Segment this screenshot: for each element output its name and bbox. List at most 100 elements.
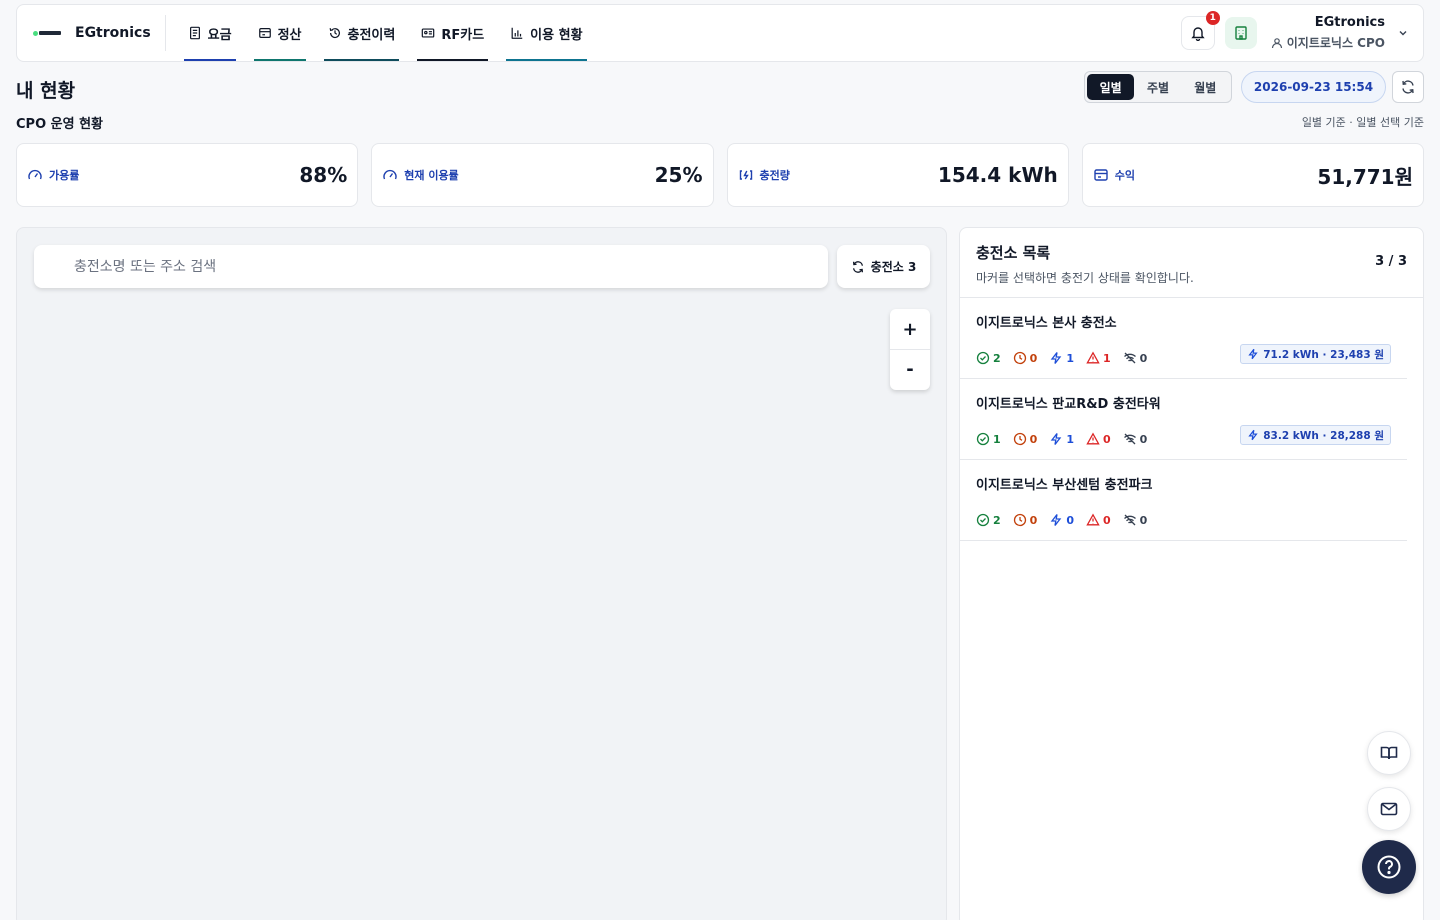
charging-count: 0	[1049, 513, 1074, 527]
stat-label-text: 충전량	[759, 169, 790, 182]
available-count: 1	[976, 432, 1001, 446]
gauge-icon	[383, 169, 397, 180]
wifi-off-icon	[1123, 352, 1136, 364]
guide-button[interactable]	[1367, 731, 1411, 775]
wallet-icon	[1094, 169, 1108, 181]
energy-summary-text: 71.2 kWh · 23,483 원	[1263, 348, 1384, 361]
warning-icon	[1086, 432, 1100, 445]
count-value: 0	[1139, 432, 1148, 446]
history-icon	[329, 28, 340, 39]
question-circle-icon	[1377, 855, 1401, 879]
count-value: 1	[1102, 351, 1111, 365]
bolt-icon	[1050, 352, 1062, 364]
stat-label-text: 현재 이용률	[404, 169, 459, 182]
energy-summary-text: 83.2 kWh · 28,288 원	[1263, 429, 1384, 442]
stat-label: 충전량	[738, 167, 790, 183]
notification-badge: 1	[1205, 11, 1220, 25]
help-button[interactable]	[1362, 840, 1416, 894]
station-count-label: 충전소 3	[870, 260, 917, 274]
notification-button[interactable]: 1	[1180, 11, 1220, 50]
bolt-icon	[1050, 433, 1062, 445]
station-item[interactable]: 이지트로닉스 판교R&D 충전타워 1 0 1 0 0 83.2 kWh · 2…	[960, 379, 1407, 460]
station-name: 이지트로닉스 부산센텀 충전파크	[976, 478, 1153, 493]
nav-tab-label: 충전이력	[347, 27, 396, 43]
tab-underline	[506, 59, 587, 61]
tab-underline	[183, 59, 236, 61]
warning-icon	[1086, 351, 1100, 364]
warning-icon	[1086, 513, 1100, 526]
stat-label-text: 가용률	[49, 169, 80, 182]
station-name: 이지트로닉스 판교R&D 충전타워	[976, 397, 1161, 412]
station-status-counts: 2 0 0 0 0	[976, 513, 1407, 527]
nav-tab-usage[interactable]: 이용 현황	[506, 5, 587, 61]
stat-card-utilization: 현재 이용률 25%	[371, 143, 714, 207]
book-open-icon	[1380, 746, 1398, 760]
wallet-icon	[258, 28, 271, 38]
count-value: 2	[993, 513, 1001, 527]
nav-tab-rates[interactable]: 요금	[183, 5, 236, 61]
station-item[interactable]: 이지트로닉스 본사 충전소 2 0 1 1 0 71.2 kWh · 23,48…	[960, 298, 1407, 379]
stat-value: 25%	[654, 163, 703, 187]
count-value: 0	[1139, 351, 1148, 365]
refresh-icon	[1402, 80, 1414, 94]
top-header: EGtronics 요금 정산 충전이력 RF카드 이용 현황 1 EGtron…	[16, 4, 1424, 62]
stat-card-availability: 가용률 88%	[16, 143, 359, 207]
stat-cards: 가용률 88% 현재 이용률 25% 충전량 154.4 kWh 수익 51,7…	[16, 143, 1424, 207]
user-role: 이지트로닉스 CPO	[1271, 34, 1385, 51]
period-toggle: 일별 주별 월별	[1084, 71, 1232, 103]
offline-count: 0	[1123, 432, 1148, 446]
map-panel[interactable]: 충전소 3 + -	[16, 227, 947, 920]
bolt-icon	[1050, 514, 1062, 526]
clock-icon	[1013, 432, 1026, 446]
offline-count: 0	[1123, 513, 1148, 527]
station-name: 이지트로닉스 본사 충전소	[976, 316, 1117, 331]
count-value: 0	[1102, 432, 1111, 446]
check-circle-icon	[976, 432, 990, 446]
energy-summary: 71.2 kWh · 23,483 원	[1240, 344, 1391, 364]
station-item[interactable]: 이지트로닉스 부산센텀 충전파크 2 0 0 0 0	[960, 460, 1407, 541]
contact-button[interactable]	[1367, 787, 1411, 831]
nav-tab-rfcard[interactable]: RF카드	[417, 5, 489, 61]
date-picker[interactable]: 2026-09-23 15:54	[1241, 71, 1386, 103]
waiting-count: 0	[1013, 432, 1037, 446]
zoom-in-button[interactable]: +	[890, 309, 930, 349]
zoom-out-button[interactable]: -	[890, 349, 930, 389]
nav-tab-label: RF카드	[441, 27, 485, 43]
check-circle-icon	[976, 351, 990, 365]
organization-button[interactable]	[1224, 17, 1257, 49]
building-icon	[1235, 26, 1247, 40]
count-value: 0	[1139, 513, 1148, 527]
station-list-subtitle: 마커를 선택하면 충전기 상태를 확인합니다.	[976, 271, 1194, 285]
stat-label: 수익	[1093, 167, 1135, 183]
clock-icon	[1013, 513, 1026, 527]
tab-underline	[323, 59, 400, 61]
available-count: 2	[976, 351, 1001, 365]
station-count-button[interactable]: 충전소 3	[837, 245, 930, 288]
tab-underline	[417, 59, 489, 61]
count-value: 2	[993, 351, 1001, 365]
waiting-count: 0	[1013, 513, 1037, 527]
refresh-icon	[852, 260, 863, 273]
refresh-button[interactable]	[1392, 71, 1424, 103]
bolt-icon	[1248, 348, 1258, 360]
waiting-count: 0	[1013, 351, 1037, 365]
nav-tab-label: 정산	[277, 27, 302, 43]
charging-icon	[739, 170, 752, 180]
station-list-title: 충전소 목록	[976, 244, 1051, 262]
stat-card-energy: 충전량 154.4 kWh	[726, 143, 1069, 207]
station-list-panel: 충전소 목록 마커를 선택하면 충전기 상태를 확인합니다. 3 / 3 이지트…	[959, 227, 1424, 920]
chevron-down-icon[interactable]	[1397, 27, 1409, 39]
user-menu[interactable]: EGtronics 이지트로닉스 CPO	[1271, 15, 1385, 51]
fault-count: 1	[1086, 351, 1111, 365]
period-monthly[interactable]: 월별	[1182, 74, 1229, 100]
nav-tab-history[interactable]: 충전이력	[323, 5, 400, 61]
stat-label: 가용률	[27, 167, 79, 183]
period-daily[interactable]: 일별	[1087, 74, 1135, 100]
energy-summary: 83.2 kWh · 28,288 원	[1240, 425, 1391, 445]
search-input[interactable]	[34, 245, 828, 288]
brand[interactable]: EGtronics	[17, 15, 166, 51]
period-weekly[interactable]: 주별	[1134, 74, 1181, 100]
nav-tab-label: 요금	[207, 27, 232, 43]
count-value: 1	[1066, 351, 1074, 365]
nav-tab-settlement[interactable]: 정산	[253, 5, 306, 61]
